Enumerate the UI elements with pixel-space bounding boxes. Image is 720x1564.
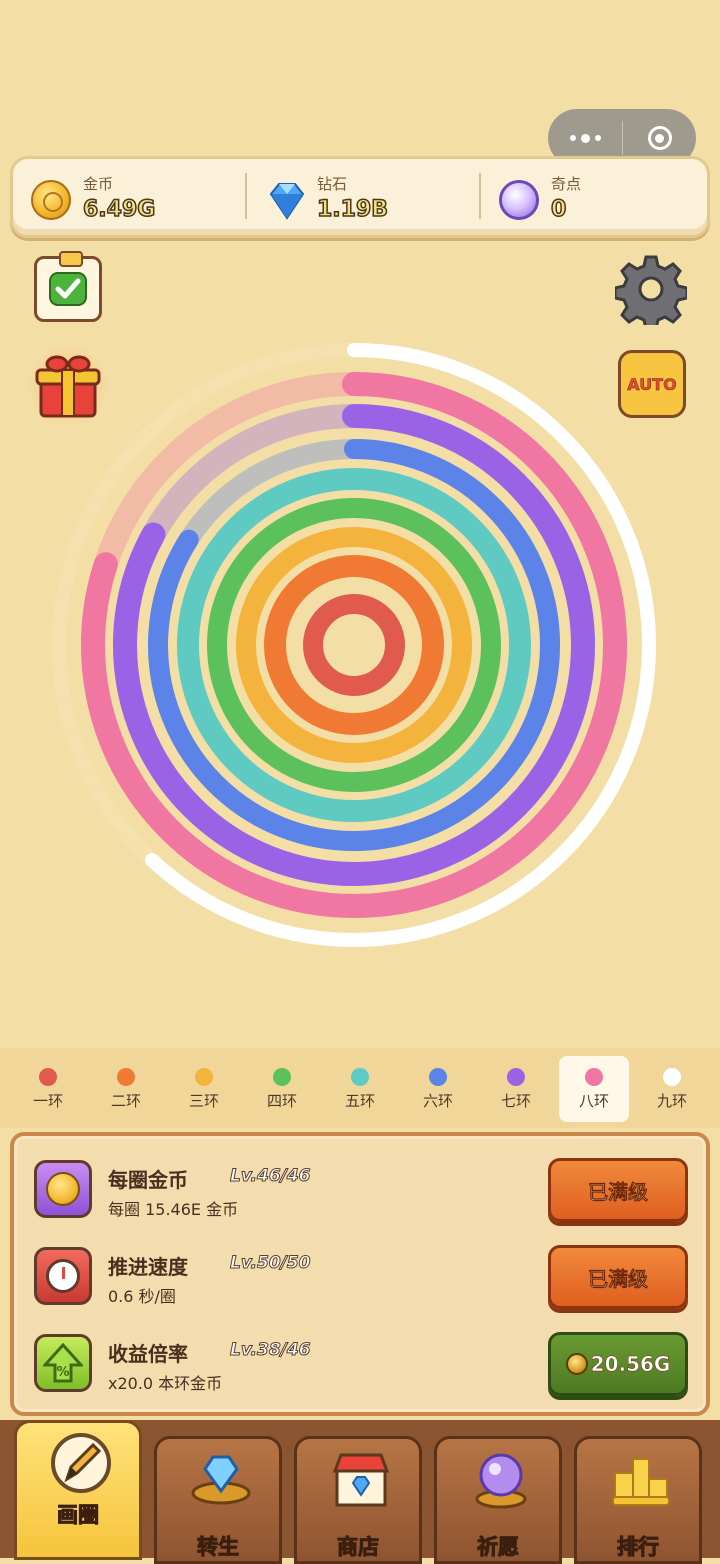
target-icon (647, 126, 672, 150)
ring-color-dot (195, 1068, 213, 1086)
upgrade-title: 收益倍率 (108, 1342, 188, 1366)
more-menu-button[interactable] (548, 133, 622, 143)
dots-icon (569, 135, 576, 141)
nav-label: 排行 (617, 1535, 660, 1560)
ring-tab-label: 三环 (188, 1092, 219, 1110)
upgrade-level: Lv.50/50 (230, 1253, 312, 1274)
upgrade-title: 每圈金币 (108, 1168, 188, 1192)
ring-track (207, 498, 501, 792)
nav-label: 祈愿 (477, 1535, 520, 1560)
upgrade-panel: 每圈金币 Lv.46/46 每圈 15.46E 金币 已满级 推进速度 Lv.5… (10, 1132, 710, 1416)
ring-tabs: 一环 二环 三环 四环 五环 六环 七环 八环 九环 (0, 1048, 720, 1128)
ring-color-dot (273, 1068, 291, 1086)
ring-tab[interactable]: 八环 (559, 1056, 629, 1122)
maxed-button[interactable]: 已满级 (548, 1245, 688, 1309)
maxed-button[interactable]: 已满级 (548, 1158, 688, 1222)
nav-shop[interactable]: 商店 (294, 1436, 422, 1564)
ring-color-dot (585, 1068, 603, 1086)
diamond-label: 钻石 (317, 175, 348, 193)
ring-color-dot (351, 1068, 369, 1086)
ring-track (264, 555, 444, 735)
podium-icon (612, 1458, 670, 1506)
ring-tab-label: 五环 (344, 1092, 375, 1110)
ring-tab-label: 一环 (32, 1092, 63, 1110)
upgrade-speed: 推进速度 Lv.50/50 0.6 秒/圈 已满级 (34, 1243, 690, 1315)
coin-icon (565, 1353, 588, 1375)
ring-tab-label: 六环 (422, 1092, 453, 1110)
upgrade-desc: 0.6 秒/圈 (108, 1287, 176, 1306)
ring-color-dot (117, 1068, 135, 1086)
gold-label: 金币 (83, 175, 114, 193)
upgrade-cost: 20.56G (590, 1352, 671, 1377)
gold-currency: 金币 6.49G (13, 167, 243, 233)
nav-label: 画圈 (57, 1503, 100, 1528)
ring-tab[interactable]: 五环 (325, 1056, 395, 1122)
diamond-value: 1.19B (316, 196, 389, 223)
upgrade-desc: 每圈 15.46E 金币 (108, 1200, 239, 1219)
nav-draw[interactable]: 画圈 (14, 1420, 142, 1560)
upgrade-level: Lv.46/46 (230, 1166, 312, 1187)
bottom-nav: 画圈 转生 商店 祈愿 排行 (0, 1420, 720, 1564)
nav-label: 商店 (337, 1535, 380, 1560)
nav-ranking[interactable]: 排行 (574, 1436, 702, 1564)
ring-tab[interactable]: 一环 (13, 1056, 83, 1122)
pencil-icon (51, 1433, 111, 1493)
gold-value: 6.49G (82, 196, 156, 223)
ring-tab[interactable]: 七环 (481, 1056, 551, 1122)
ring-tab[interactable]: 二环 (91, 1056, 161, 1122)
ring-tab-label: 八环 (578, 1092, 609, 1110)
stopwatch-icon (34, 1247, 92, 1305)
ring-tab[interactable]: 六环 (403, 1056, 473, 1122)
coin-stack-icon (34, 1160, 92, 1218)
close-mini-program-button[interactable] (623, 126, 696, 150)
nav-rebirth[interactable]: 转生 (154, 1436, 282, 1564)
svg-text:%: % (56, 1365, 69, 1380)
ring-tab[interactable]: 四环 (247, 1056, 317, 1122)
ring-tab-label: 二环 (110, 1092, 141, 1110)
rings-area (52, 343, 656, 947)
singularity-label: 奇点 (551, 175, 582, 193)
up-arrow-percent-icon: % (34, 1334, 92, 1392)
ring-track (303, 594, 405, 696)
singularity-currency: 奇点 0 (481, 167, 707, 233)
rebirth-gem-icon (191, 1455, 251, 1505)
coin-icon (31, 180, 71, 220)
ring-tab[interactable]: 三环 (169, 1056, 239, 1122)
ring-color-dot (39, 1068, 57, 1086)
ring-tab-label: 七环 (500, 1092, 531, 1110)
upgrade-coins-per-lap: 每圈金币 Lv.46/46 每圈 15.46E 金币 已满级 (34, 1156, 690, 1228)
ring-color-dot (429, 1068, 447, 1086)
upgrade-title: 推进速度 (108, 1255, 188, 1279)
diamond-currency: 钻石 1.19B (247, 167, 479, 233)
nav-wish[interactable]: 祈愿 (434, 1436, 562, 1564)
ring-tab[interactable]: 九环 (637, 1056, 707, 1122)
ring-tab-label: 九环 (656, 1092, 687, 1110)
currency-bar: 金币 6.49G 钻石 1.19B 奇点 0 (10, 156, 710, 238)
diamond-icon (269, 183, 305, 220)
nav-label: 转生 (197, 1535, 240, 1560)
buy-upgrade-button[interactable]: 20.56G (548, 1332, 688, 1396)
orb-icon (499, 180, 539, 220)
ring-color-dot (663, 1068, 681, 1086)
crystal-ball-icon (475, 1453, 527, 1509)
shop-icon (332, 1453, 390, 1507)
upgrade-multiplier: % 收益倍率 Lv.38/46 x20.0 本环金币 20.56G (34, 1330, 690, 1402)
singularity-value: 0 (550, 196, 567, 223)
upgrade-desc: x20.0 本环金币 (108, 1374, 223, 1393)
ring-color-dot (507, 1068, 525, 1086)
upgrade-level: Lv.38/46 (230, 1340, 312, 1361)
ring-tab-label: 四环 (266, 1092, 297, 1110)
